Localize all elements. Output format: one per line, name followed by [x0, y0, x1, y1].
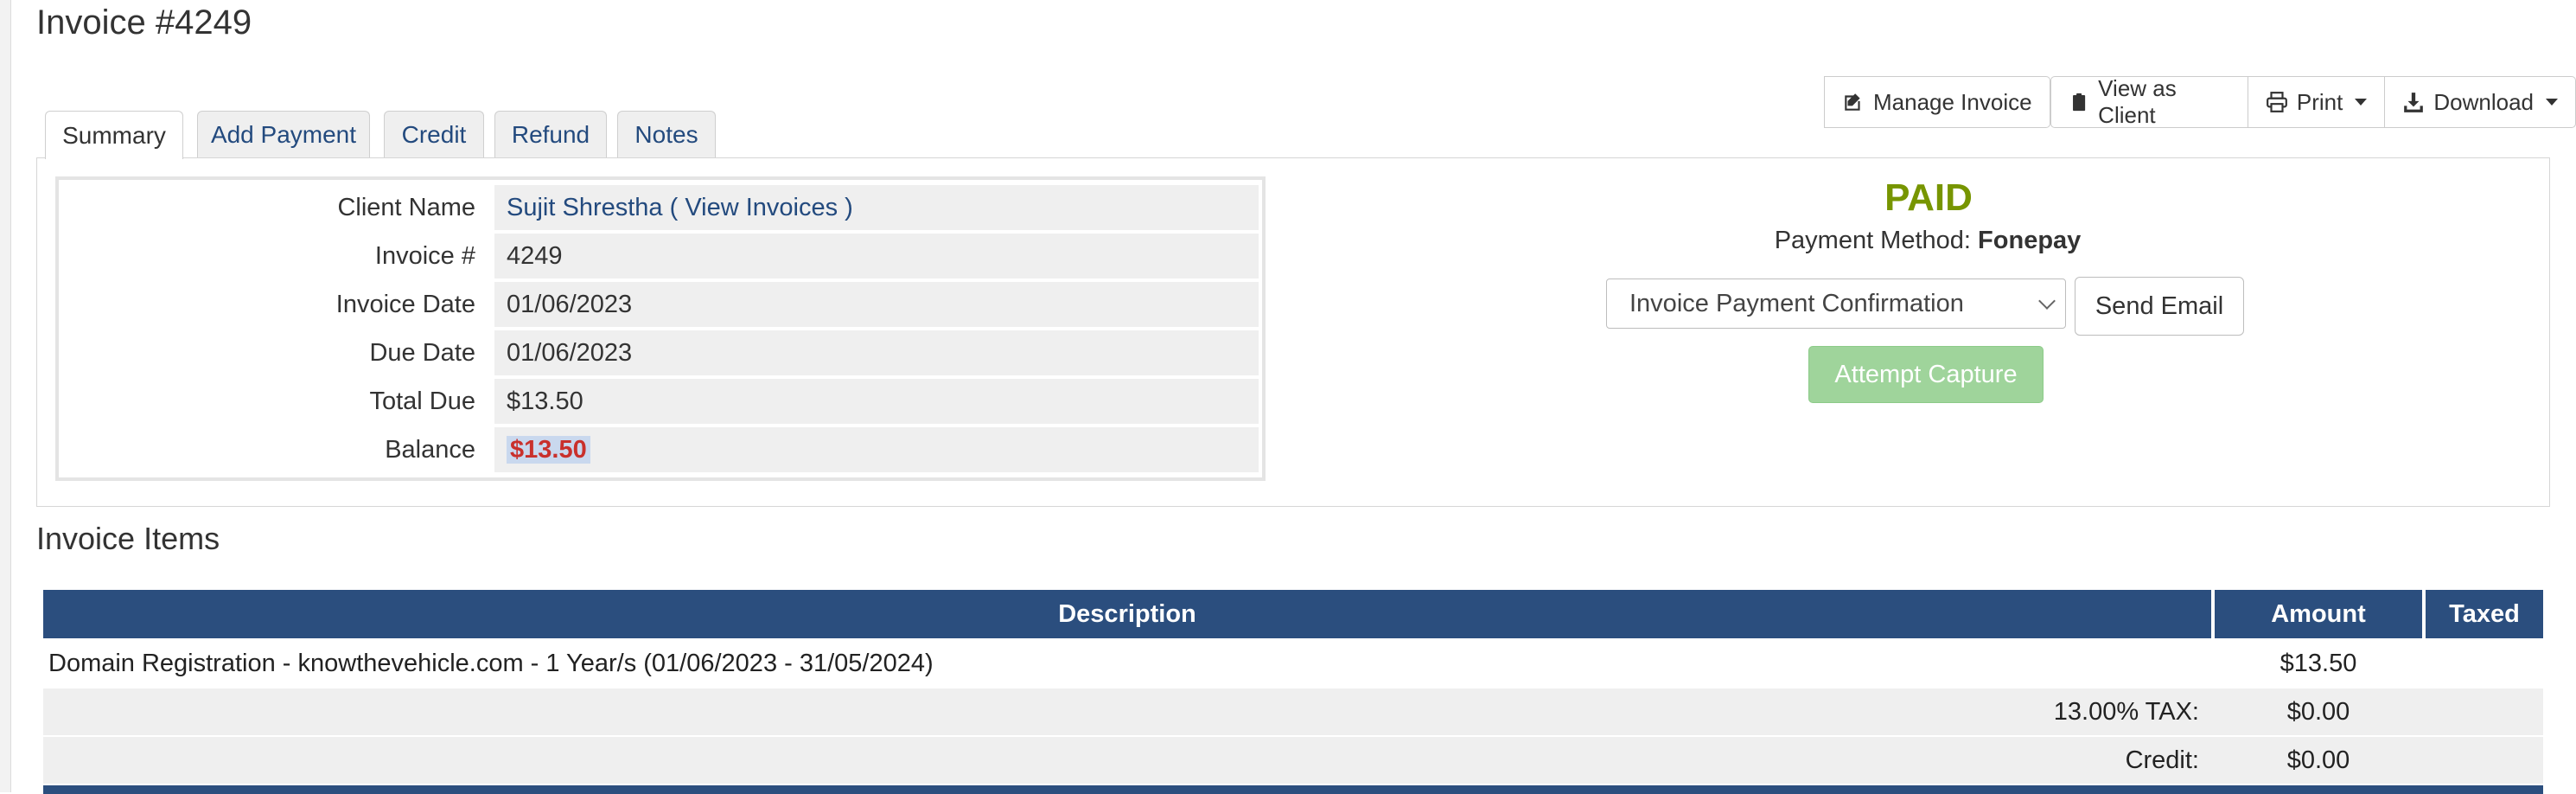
- email-template-select[interactable]: Invoice Payment Confirmation: [1606, 279, 2066, 329]
- tab-add-payment[interactable]: Add Payment: [197, 111, 370, 157]
- row-invoice-number: Invoice # 4249: [64, 234, 1259, 279]
- balance-label: Balance: [64, 427, 491, 472]
- balance-value: $13.50: [494, 427, 1259, 472]
- caret-down-icon: [2546, 99, 2558, 106]
- column-header-amount: Amount: [2215, 590, 2422, 638]
- client-name-value: Sujit Shrestha ( View Invoices ): [494, 185, 1259, 230]
- payment-method-value: Fonepay: [1978, 227, 2082, 254]
- column-header-description: Description: [43, 590, 2211, 638]
- chevron-down-icon: [2038, 292, 2056, 310]
- total-due-value: $13.50: [494, 379, 1259, 424]
- page-title: Invoice #4249: [36, 3, 252, 42]
- invoice-items-title: Invoice Items: [36, 521, 220, 556]
- client-name-label: Client Name: [64, 185, 491, 230]
- row-client-name: Client Name Sujit Shrestha ( View Invoic…: [64, 185, 1259, 230]
- row-due-date: Due Date 01/06/2023: [64, 330, 1259, 375]
- item-taxed: [2426, 640, 2543, 687]
- clipboard-icon: [2073, 93, 2086, 112]
- download-button[interactable]: Download: [2385, 76, 2576, 128]
- invoice-number-value: 4249: [494, 234, 1259, 279]
- tab-refund[interactable]: Refund: [494, 111, 607, 157]
- print-icon: [2266, 92, 2287, 112]
- due-date-label: Due Date: [64, 330, 491, 375]
- column-header-taxed: Taxed: [2426, 590, 2543, 638]
- left-edge-bar: [0, 0, 11, 792]
- invoice-date-label: Invoice Date: [64, 282, 491, 327]
- tab-notes[interactable]: Notes: [617, 111, 716, 157]
- credit-amount: $0.00: [2215, 737, 2422, 784]
- client-actions-group: View as Client Print Download: [2050, 75, 2576, 128]
- download-icon: [2404, 93, 2424, 112]
- credit-taxed-cell: [2426, 737, 2543, 784]
- view-as-client-button[interactable]: View as Client: [2050, 75, 2248, 128]
- send-email-button[interactable]: Send Email: [2075, 277, 2244, 336]
- email-template-selected: Invoice Payment Confirmation: [1629, 289, 1964, 317]
- due-date-value: 01/06/2023: [494, 330, 1259, 375]
- client-name-link[interactable]: Sujit Shrestha: [507, 194, 663, 221]
- item-amount: $13.50: [2280, 649, 2357, 677]
- view-invoices-close: ): [838, 194, 853, 221]
- status-badge: PAID: [1884, 176, 1973, 219]
- tax-amount: $0.00: [2215, 688, 2422, 735]
- attempt-capture-button[interactable]: Attempt Capture: [1808, 346, 2044, 403]
- tab-summary[interactable]: Summary: [45, 111, 183, 159]
- payment-method: Payment Method: Fonepay: [1712, 227, 2144, 255]
- balance-amount: $13.50: [507, 436, 590, 464]
- tax-label: 13.00% TAX:: [43, 688, 2211, 735]
- row-balance: Balance $13.50: [64, 427, 1259, 472]
- invoice-summary-table: Client Name Sujit Shrestha ( View Invoic…: [55, 176, 1266, 481]
- print-button[interactable]: Print: [2248, 76, 2386, 128]
- row-total-due: Total Due $13.50: [64, 379, 1259, 424]
- table-footer-bar: [43, 785, 2543, 794]
- view-as-client-label: View as Client: [2098, 75, 2177, 128]
- payment-method-label: Payment Method:: [1774, 227, 1971, 254]
- credit-label: Credit:: [43, 737, 2211, 784]
- invoice-number-label: Invoice #: [64, 234, 491, 279]
- view-invoices-open: (: [669, 194, 685, 221]
- tab-credit[interactable]: Credit: [384, 111, 484, 157]
- row-invoice-date: Invoice Date 01/06/2023: [64, 282, 1259, 327]
- edit-icon: [1845, 93, 1860, 111]
- tax-taxed-cell: [2426, 688, 2543, 735]
- item-description: Domain Registration - knowthevehicle.com…: [48, 649, 934, 677]
- manage-invoice-button[interactable]: Manage Invoice: [1824, 76, 2050, 128]
- manage-group: Manage Invoice: [1824, 76, 2050, 128]
- manage-invoice-label: Manage Invoice: [1873, 88, 2032, 115]
- total-due-label: Total Due: [64, 379, 491, 424]
- view-invoices-link[interactable]: View Invoices: [685, 194, 838, 221]
- download-label: Download: [2433, 88, 2534, 115]
- print-label: Print: [2296, 88, 2343, 115]
- invoice-date-value: 01/06/2023: [494, 282, 1259, 327]
- caret-down-icon: [2355, 99, 2368, 106]
